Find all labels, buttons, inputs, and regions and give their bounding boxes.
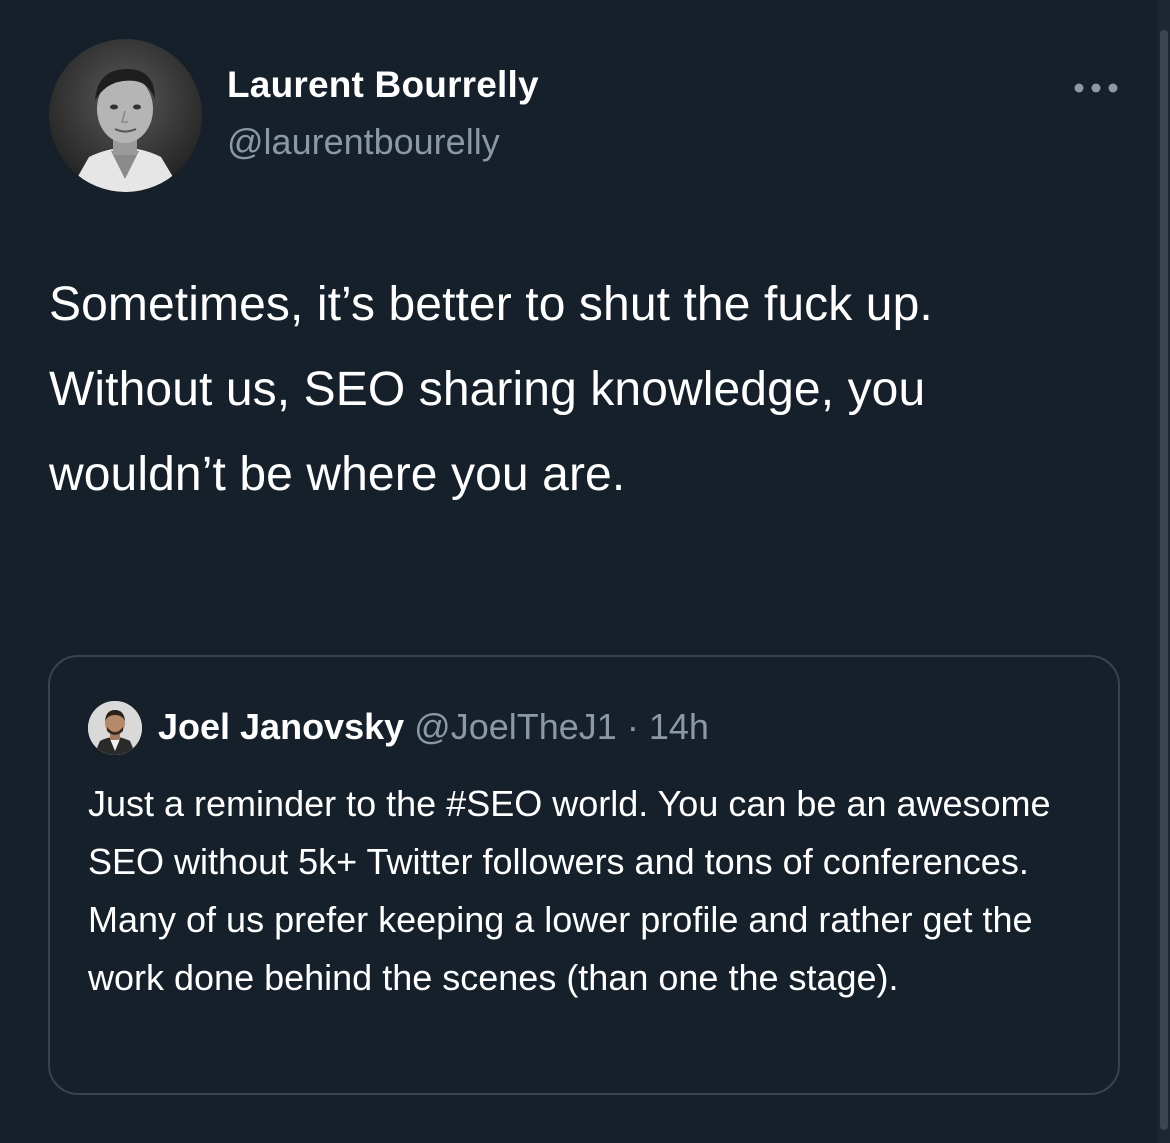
more-horizontal-icon: [1073, 82, 1119, 94]
author-handle[interactable]: @laurentbourelly: [227, 121, 500, 163]
author-avatar[interactable]: [49, 39, 202, 192]
quoted-author-name[interactable]: Joel Janovsky: [158, 706, 404, 747]
quoted-tweet-time[interactable]: 14h: [649, 706, 709, 747]
quoted-tweet-text: Just a reminder to the #SEO world. You c…: [88, 783, 1051, 998]
scrollbar-thumb[interactable]: [1160, 30, 1168, 1130]
quoted-author-handle[interactable]: @JoelTheJ1: [414, 706, 617, 747]
more-options-button[interactable]: [1068, 70, 1124, 106]
scrollbar[interactable]: [1158, 0, 1170, 1143]
quoted-tweet[interactable]: Joel Janovsky @JoelTheJ1 · 14h Just a re…: [48, 655, 1120, 1095]
tweet-text: Sometimes, it’s better to shut the fuck …: [49, 278, 933, 501]
tweet-card: Laurent Bourrelly @laurentbourelly Somet…: [0, 0, 1170, 1143]
quoted-author-avatar[interactable]: [88, 701, 142, 755]
author-name[interactable]: Laurent Bourrelly: [227, 64, 539, 106]
quoted-tweet-header: Joel Janovsky @JoelTheJ1 · 14h: [158, 705, 709, 749]
header-separator: ·: [626, 706, 639, 747]
